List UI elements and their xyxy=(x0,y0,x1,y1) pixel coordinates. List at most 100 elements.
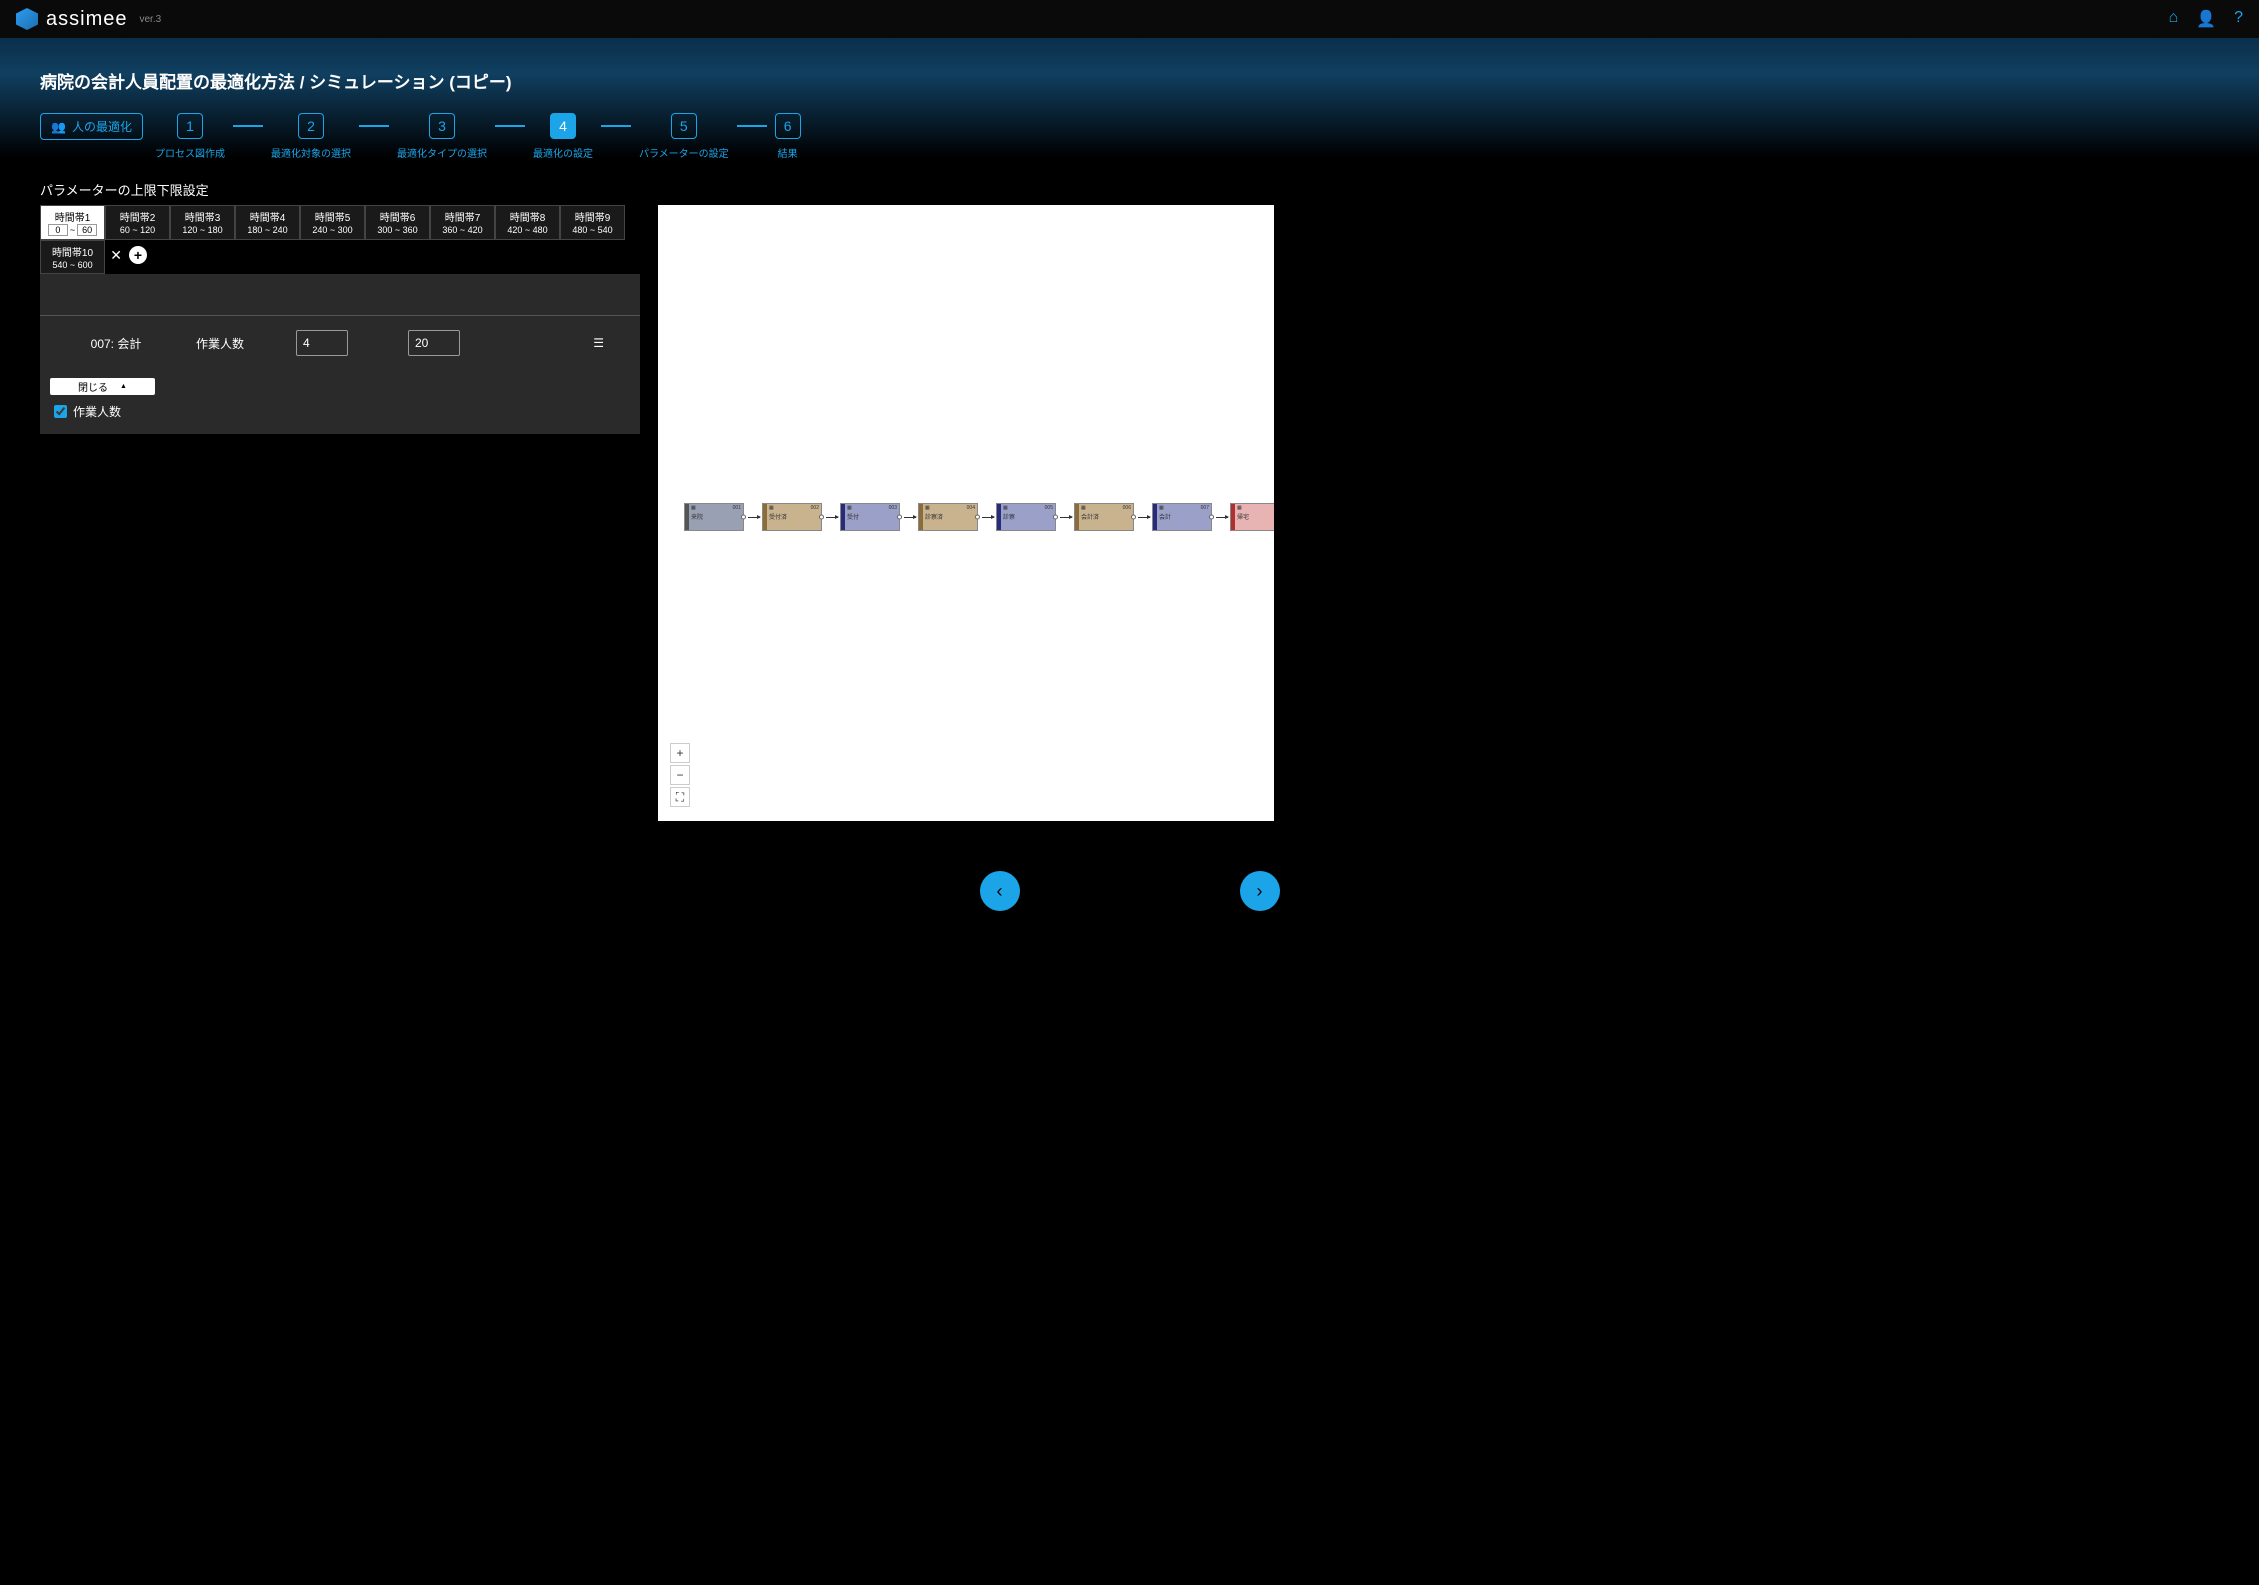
time-tab-6[interactable]: 時間帯6300 ~ 360 xyxy=(365,205,430,240)
wizard-step-5[interactable]: 5パラメーターの設定 xyxy=(639,113,729,160)
param-max-input[interactable] xyxy=(408,330,460,356)
close-dropdown[interactable]: 閉じる xyxy=(50,378,155,395)
time-tab-10[interactable]: 時間帯10540 ~ 600✕ xyxy=(40,240,105,274)
worker-count-checkbox[interactable] xyxy=(54,405,67,418)
node-icon: ▦ xyxy=(691,505,696,511)
time-tab-range: 360 ~ 420 xyxy=(442,225,482,235)
zoom-in-button[interactable]: + xyxy=(670,743,690,763)
wizard-steps: 1プロセス図作成 2最適化対象の選択 3最適化タイプの選択 4 最適化の設定 5パラメータ… xyxy=(155,113,801,160)
time-tab-label: 時間帯1 xyxy=(55,209,91,224)
time-tab-5[interactable]: 時間帯5240 ~ 300 xyxy=(300,205,365,240)
step-box[interactable]: 2 xyxy=(298,113,324,139)
node-body: ▦005診察 xyxy=(1001,504,1055,530)
node-body: ▦008帰宅 xyxy=(1235,504,1274,530)
time-tab-range: 60 ~ 120 xyxy=(120,225,155,235)
flow-node-007[interactable]: ▦007会計 xyxy=(1152,503,1212,531)
node-color-bar xyxy=(763,504,767,530)
param-row: 007: 会計 作業人数 ☰ xyxy=(40,316,640,370)
flow-node-004[interactable]: ▦004診察済 xyxy=(918,503,978,531)
process-canvas[interactable]: ▦001来院▦002受付済▦003受付▦004診察済▦005診察▦006会計済▦… xyxy=(658,205,1274,821)
help-icon[interactable]: ? xyxy=(2234,9,2243,29)
node-port[interactable] xyxy=(1131,515,1136,520)
node-port[interactable] xyxy=(897,515,902,520)
time-tab-label: 時間帯8 xyxy=(510,209,546,224)
time-from-input[interactable] xyxy=(48,224,68,236)
time-tab-9[interactable]: 時間帯9480 ~ 540 xyxy=(560,205,625,240)
flow-node-003[interactable]: ▦ 003受付 xyxy=(840,503,900,531)
time-range-inputs: ~ xyxy=(48,224,97,236)
app-name: assimee xyxy=(46,8,127,31)
time-tabs: 時間帯1 ~ 時間帯260 ~ 120時間帯3120 ~ 180時間帯4180 … xyxy=(40,205,640,240)
flow-arrow xyxy=(826,517,838,518)
param-min-input[interactable] xyxy=(296,330,348,356)
next-button[interactable]: › xyxy=(1240,871,1280,911)
wizard-step-4[interactable]: 4 最適化の設定 xyxy=(533,113,593,160)
wizard-step-1[interactable]: 1プロセス図作成 xyxy=(155,113,225,160)
step-label: 最適化の設定 xyxy=(533,145,593,160)
node-label: 診察 xyxy=(1003,512,1053,521)
step-box[interactable]: 3 xyxy=(429,113,455,139)
step-box[interactable]: 5 xyxy=(671,113,697,139)
flow-arrow xyxy=(1060,517,1072,518)
node-number: 006 xyxy=(1123,505,1131,511)
user-icon[interactable]: 👤 xyxy=(2196,9,2216,29)
time-tab-range: 180 ~ 240 xyxy=(247,225,287,235)
logo-icon xyxy=(16,8,38,30)
step-label: 結果 xyxy=(778,145,798,160)
time-tab-3[interactable]: 時間帯3120 ~ 180 xyxy=(170,205,235,240)
flow-arrow xyxy=(748,517,760,518)
node-icon: ▦ xyxy=(847,505,852,511)
node-port[interactable] xyxy=(1209,515,1214,520)
topbar: assimee ver.3 ⌂ 👤 ? xyxy=(0,0,2259,38)
time-to-input[interactable] xyxy=(77,224,97,236)
node-body: ▦ 003受付 xyxy=(845,504,899,530)
people-icon: 👥 xyxy=(51,120,66,134)
time-tab-7[interactable]: 時間帯7360 ~ 420 xyxy=(430,205,495,240)
list-icon[interactable]: ☰ xyxy=(593,336,604,350)
time-tab-8[interactable]: 時間帯8420 ~ 480 xyxy=(495,205,560,240)
param-panel: 007: 会計 作業人数 ☰ 閉じる 作業人数 xyxy=(40,274,640,434)
node-port[interactable] xyxy=(1053,515,1058,520)
time-tab-label: 時間帯2 xyxy=(120,209,156,224)
node-icon: ▦ xyxy=(1237,505,1242,511)
checkbox-label: 作業人数 xyxy=(73,403,121,420)
flow-node-006[interactable]: ▦006会計済 xyxy=(1074,503,1134,531)
node-body: ▦001来院 xyxy=(689,504,743,530)
add-tab-button[interactable]: + xyxy=(129,246,147,264)
node-number: 003 xyxy=(889,505,897,511)
node-label: 受付済 xyxy=(769,512,819,521)
node-port[interactable] xyxy=(741,515,746,520)
time-tab-2[interactable]: 時間帯260 ~ 120 xyxy=(105,205,170,240)
home-icon[interactable]: ⌂ xyxy=(2169,9,2179,29)
wizard-step-6[interactable]: 6 結果 xyxy=(775,113,801,160)
step-box[interactable]: 4 xyxy=(550,113,576,139)
flow-node-005[interactable]: ▦005診察 xyxy=(996,503,1056,531)
zoom-fit-button[interactable]: ⛶ xyxy=(670,787,690,807)
zoom-controls: + − ⛶ xyxy=(670,743,690,807)
node-label: 受付 xyxy=(847,512,897,521)
wizard-step-2[interactable]: 2最適化対象の選択 xyxy=(271,113,351,160)
node-color-bar xyxy=(1153,504,1157,530)
close-icon[interactable]: ✕ xyxy=(110,247,122,264)
optimization-badge[interactable]: 👥 人の最適化 xyxy=(40,113,143,140)
time-tab-label: 時間帯6 xyxy=(380,209,416,224)
node-port[interactable] xyxy=(975,515,980,520)
zoom-out-button[interactable]: − xyxy=(670,765,690,785)
step-box[interactable]: 6 xyxy=(775,113,801,139)
node-icon: ▦ xyxy=(1081,505,1086,511)
time-tab-4[interactable]: 時間帯4180 ~ 240 xyxy=(235,205,300,240)
node-label: 会計 xyxy=(1159,512,1209,521)
node-number: 005 xyxy=(1045,505,1053,511)
node-body: ▦004診察済 xyxy=(923,504,977,530)
time-tab-label: 時間帯3 xyxy=(185,209,221,224)
flow-node-001[interactable]: ▦001来院 xyxy=(684,503,744,531)
time-tab-1[interactable]: 時間帯1 ~ xyxy=(40,205,105,240)
step-box[interactable]: 1 xyxy=(177,113,203,139)
wizard-step-3[interactable]: 3最適化タイプの選択 xyxy=(397,113,487,160)
step-connector xyxy=(737,125,767,127)
prev-button[interactable]: ‹ xyxy=(980,871,1020,911)
flow-node-008[interactable]: ▦008帰宅 xyxy=(1230,503,1274,531)
node-icon: ▦ xyxy=(1159,505,1164,511)
flow-node-002[interactable]: ▦002受付済 xyxy=(762,503,822,531)
node-port[interactable] xyxy=(819,515,824,520)
